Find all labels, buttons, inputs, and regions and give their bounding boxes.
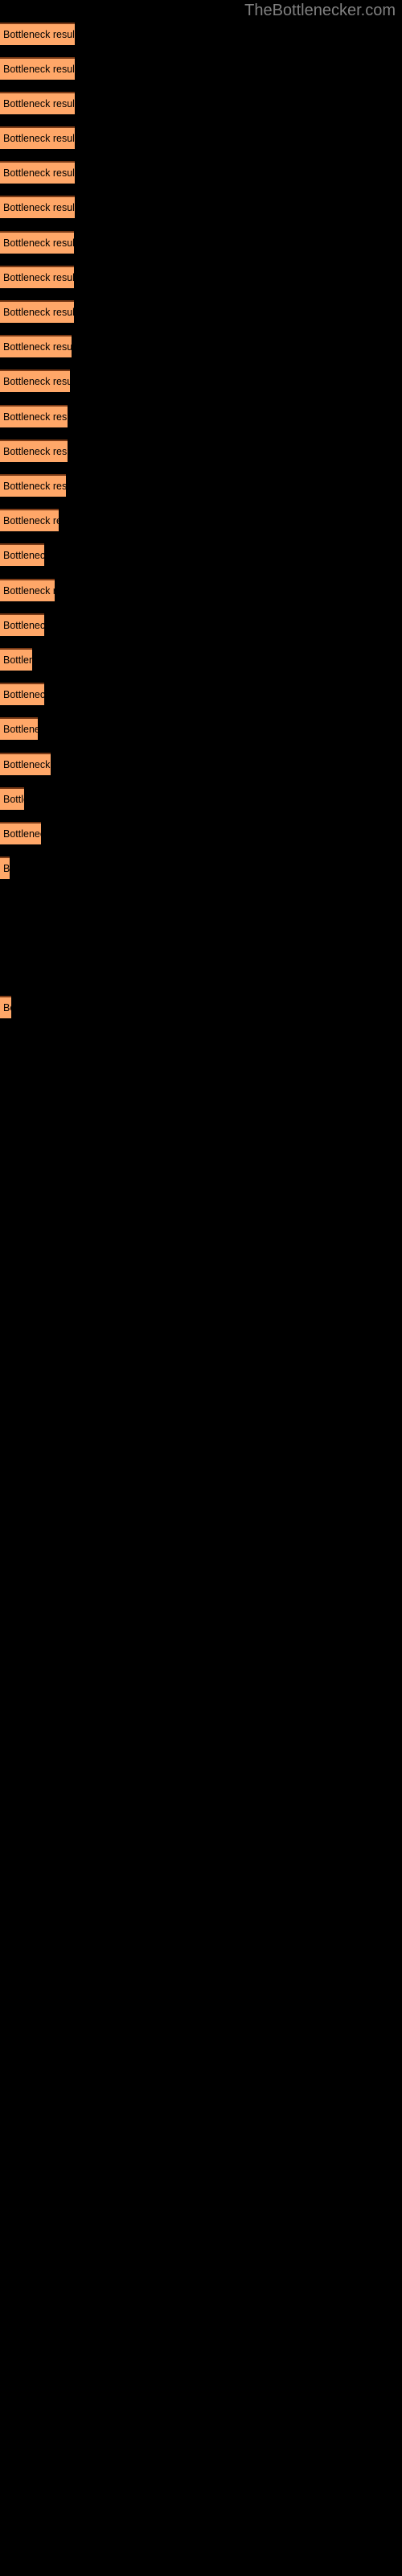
bar-row[interactable]: Bottleneck result — [0, 579, 55, 601]
bar-row[interactable]: Bottleneck result — [0, 613, 44, 636]
bar-label: Bottleneck result — [3, 307, 74, 318]
bar-label: Bottleneck result — [3, 620, 44, 631]
bar-row[interactable]: Bottleneck result — [0, 996, 11, 1018]
bar-row[interactable]: Bottleneck result — [0, 509, 59, 531]
bar-row[interactable]: Bottleneck result — [0, 266, 74, 288]
bar-label: Bottleneck result — [3, 64, 75, 75]
bar-row[interactable]: Bottleneck result — [0, 648, 32, 671]
bar-label: Bottleneck result — [3, 446, 68, 457]
bar-row[interactable]: Bottleneck result — [0, 335, 72, 357]
bar-label: Bottleneck result — [3, 794, 24, 805]
bar-row[interactable]: Bottleneck result — [0, 787, 24, 810]
bar-row[interactable]: Bottleneck result — [0, 474, 66, 497]
bar-label: Bottleneck result — [3, 1002, 11, 1013]
bar-row[interactable]: Bottleneck result — [0, 57, 75, 80]
bar-row[interactable]: Bottleneck result — [0, 161, 75, 184]
bar-row[interactable]: Bottleneck result — [0, 543, 44, 566]
bar-label: Bottleneck result — [3, 98, 75, 109]
bar-label: Bottleneck result — [3, 29, 75, 40]
bar-row[interactable]: Bottleneck result — [0, 369, 70, 392]
bar-label: Bottleneck result — [3, 411, 68, 423]
bar-label: Bottleneck result — [3, 863, 10, 874]
bar-row[interactable]: Bottleneck result — [0, 196, 75, 218]
bar-row[interactable]: Bottleneck result — [0, 440, 68, 462]
bar-row[interactable]: Bottleneck result — [0, 231, 74, 254]
bar-label: Bottleneck result — [3, 237, 74, 249]
bar-label: Bottleneck result — [3, 376, 70, 387]
bar-row[interactable]: Bottleneck result — [0, 857, 10, 879]
bar-label: Bottleneck result — [3, 515, 59, 526]
bar-label: Bottleneck result — [3, 133, 75, 144]
bar-label: Bottleneck result — [3, 759, 51, 770]
bar-label: Bottleneck result — [3, 341, 72, 353]
bar-label: Bottleneck result — [3, 689, 44, 700]
bar-row[interactable]: Bottleneck result — [0, 300, 74, 323]
bar-row[interactable]: Bottleneck result — [0, 126, 75, 149]
bar-row[interactable]: Bottleneck result — [0, 753, 51, 775]
bar-label: Bottleneck result — [3, 828, 41, 840]
bar-label: Bottleneck result — [3, 654, 32, 666]
bottleneck-chart-page: TheBottlenecker.com Bottleneck result Bot… — [0, 0, 402, 2576]
bar-label: Bottleneck result — [3, 724, 38, 735]
site-title: TheBottlenecker.com — [244, 2, 396, 19]
bar-label: Bottleneck result — [3, 167, 75, 179]
bar-label: Bottleneck result — [3, 481, 66, 492]
bar-label: Bottleneck result — [3, 550, 44, 561]
bar-row[interactable]: Bottleneck result — [0, 822, 41, 844]
bar-row[interactable]: Bottleneck result — [0, 23, 75, 45]
bar-row[interactable]: Bottleneck result — [0, 683, 44, 705]
bar-row[interactable]: Bottleneck result — [0, 92, 75, 114]
bar-label: Bottleneck result — [3, 585, 55, 597]
bar-label: Bottleneck result — [3, 272, 74, 283]
bar-label: Bottleneck result — [3, 202, 75, 213]
bar-row[interactable]: Bottleneck result — [0, 405, 68, 427]
bar-row[interactable]: Bottleneck result — [0, 717, 38, 740]
